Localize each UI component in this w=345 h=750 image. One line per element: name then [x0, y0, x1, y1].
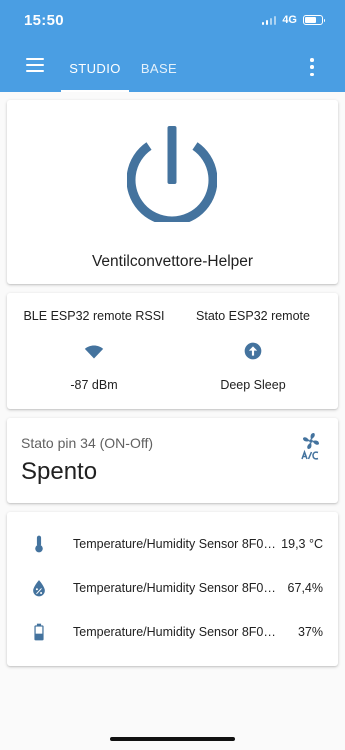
- signal-icon: [261, 15, 277, 25]
- arrow-up-circle-icon: [244, 342, 262, 360]
- glance-value: Deep Sleep: [220, 378, 286, 392]
- entity-row-temperature[interactable]: Temperature/Humidity Sensor 8F01 Tempera…: [7, 522, 338, 566]
- power-entity-name: Ventilconvettore-Helper: [91, 253, 254, 270]
- network-type: 4G: [282, 14, 297, 26]
- tab-base[interactable]: BASE: [131, 44, 187, 92]
- glance-value: -87 dBm: [70, 378, 118, 392]
- battery-icon: [34, 623, 44, 641]
- entity-row-battery[interactable]: Temperature/Humidity Sensor 8F01 Battery…: [7, 610, 338, 654]
- status-time: 15:50: [24, 11, 64, 29]
- status-icons: 4G: [261, 14, 325, 26]
- home-indicator[interactable]: [110, 737, 235, 741]
- app-header: 15:50 4G STUDIO BASE: [0, 0, 345, 92]
- tab-studio[interactable]: STUDIO: [61, 44, 129, 92]
- power-icon: [127, 126, 217, 222]
- entity-name: Temperature/Humidity Sensor 8F01 Battery: [73, 625, 279, 639]
- entity-name: Temperature/Humidity Sensor 8F01 Humidit…: [73, 581, 279, 595]
- water-percent-icon: [33, 580, 45, 597]
- active-tab-indicator: [61, 90, 129, 92]
- entities-card: Temperature/Humidity Sensor 8F01 Tempera…: [7, 512, 338, 666]
- status-bar: 15:50 4G: [0, 0, 345, 40]
- entity-state: 19,3 °C: [281, 537, 323, 551]
- glance-label: BLE ESP32 remote RSSI: [23, 309, 165, 323]
- entity-state: 37%: [297, 625, 323, 639]
- glance-item-state[interactable]: Stato ESP32 remote Deep Sleep: [179, 293, 327, 409]
- sensor-title: Stato pin 34 (ON-Off): [21, 435, 154, 451]
- toolbar: STUDIO BASE: [0, 44, 345, 92]
- more-vert-icon[interactable]: [309, 58, 315, 76]
- glance-label: Stato ESP32 remote: [196, 309, 310, 323]
- entity-state: 67,4%: [287, 581, 323, 595]
- glance-item-rssi[interactable]: BLE ESP32 remote RSSI -87 dBm: [19, 293, 169, 409]
- thermometer-icon: [35, 535, 43, 553]
- sensor-value: Spento: [21, 458, 98, 485]
- glance-card: BLE ESP32 remote RSSI -87 dBm Stato ESP3…: [7, 293, 338, 409]
- sensor-card[interactable]: Stato pin 34 (ON-Off) Spento: [7, 418, 338, 503]
- power-button-card[interactable]: Ventilconvettore-Helper: [7, 100, 338, 284]
- battery-status-icon: [303, 15, 325, 25]
- menu-icon[interactable]: [26, 58, 44, 74]
- entity-row-humidity[interactable]: Temperature/Humidity Sensor 8F01 Humidit…: [7, 566, 338, 610]
- air-conditioner-icon: [301, 433, 319, 460]
- wifi-icon: [84, 345, 104, 359]
- entity-name: Temperature/Humidity Sensor 8F01 Tempera…: [73, 537, 279, 551]
